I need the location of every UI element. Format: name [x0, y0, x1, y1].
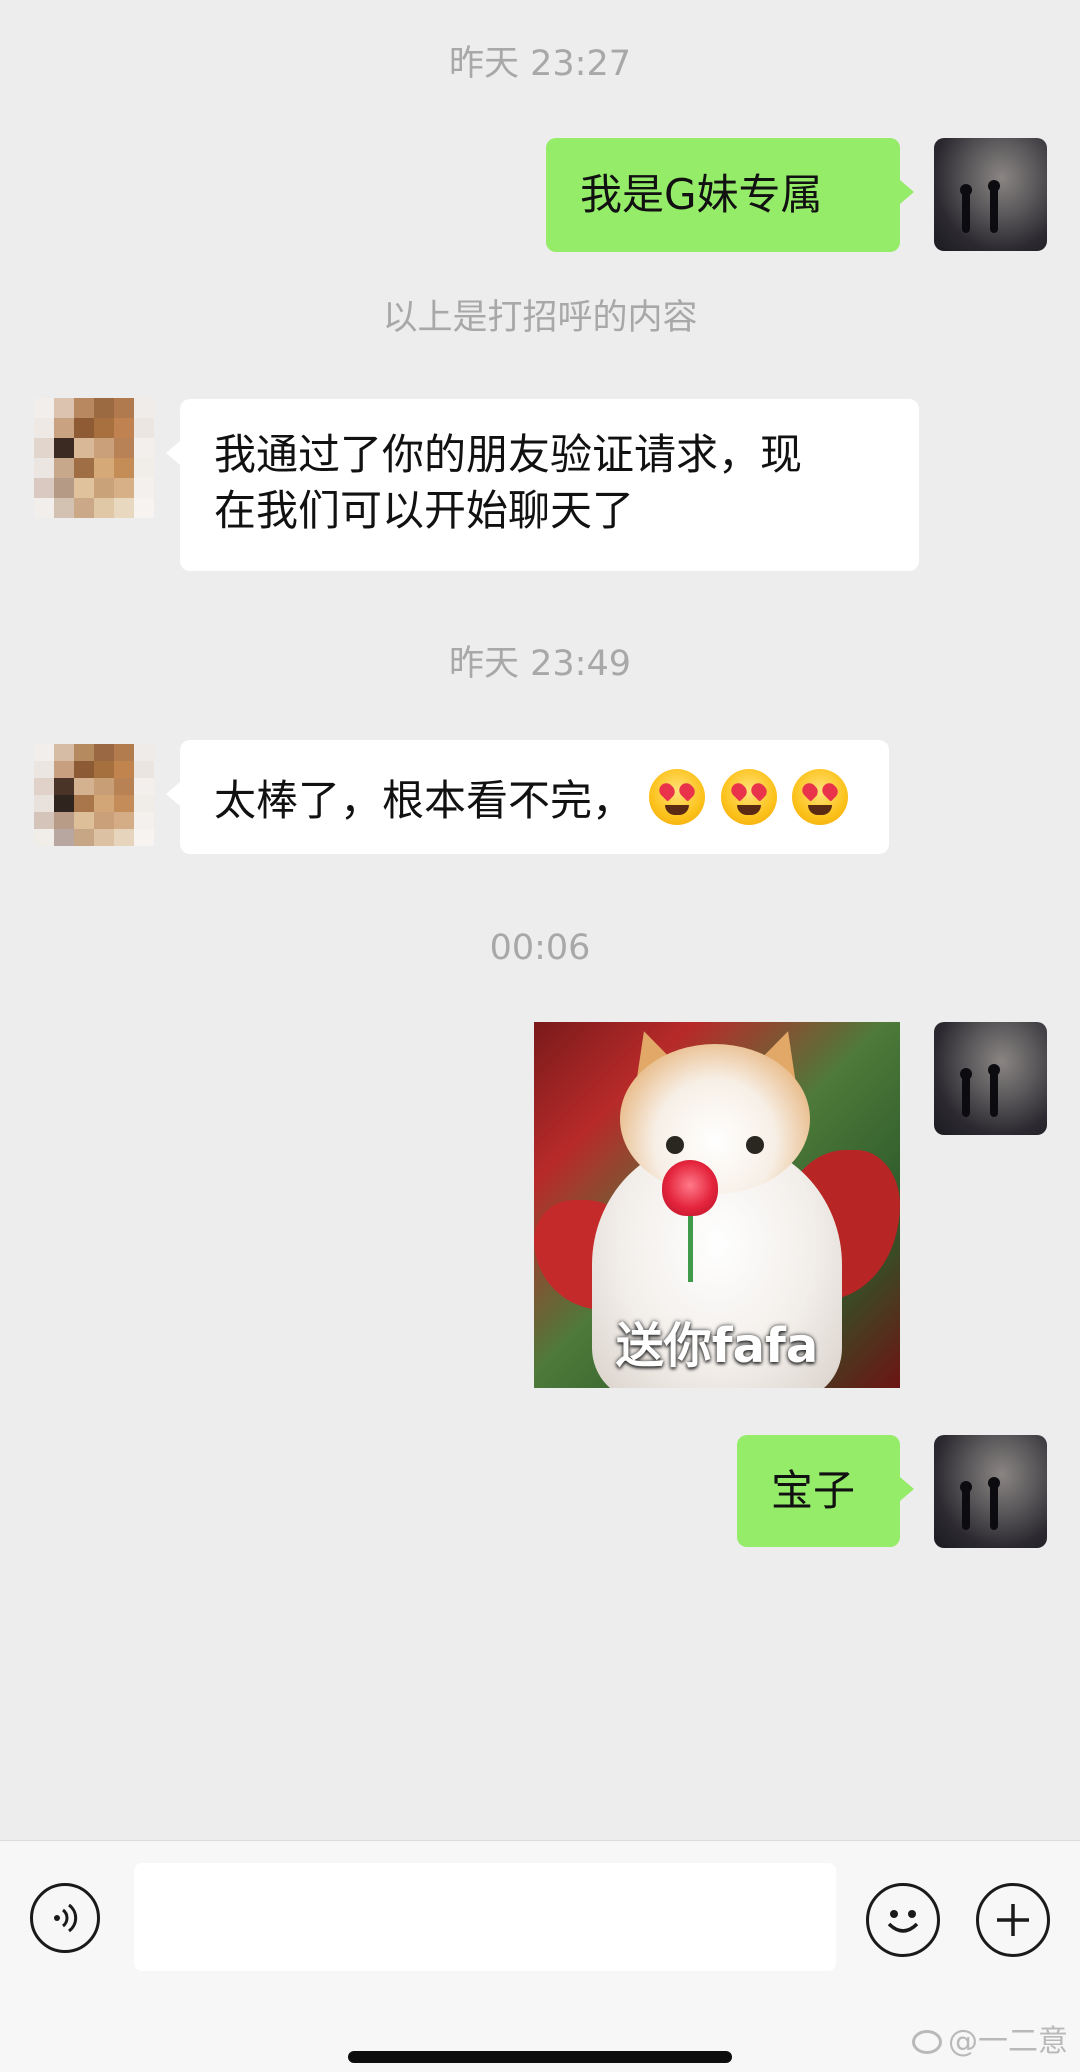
timestamp: 昨天 23:49: [449, 644, 631, 684]
cat-eye: [746, 1136, 764, 1154]
message-text: 我是G妹专属: [580, 170, 823, 219]
contact-avatar[interactable]: [34, 744, 154, 846]
home-indicator[interactable]: [348, 2051, 732, 2063]
figure-shape: [962, 1484, 970, 1530]
figure-shape: [990, 1071, 998, 1117]
bubble-tail: [166, 441, 180, 465]
cat-rose-sticker[interactable]: 送你fafa: [534, 1022, 900, 1388]
figure-shape: [962, 1071, 970, 1117]
weibo-icon: [912, 2030, 942, 2054]
watermark: @一二意: [912, 2024, 1068, 2060]
bubble-tail: [166, 782, 180, 806]
system-notice: 以上是打招呼的内容: [382, 298, 698, 338]
self-avatar[interactable]: [934, 1022, 1047, 1135]
rose-icon: [662, 1160, 718, 1216]
outgoing-message-bubble[interactable]: 我是G妹专属: [546, 138, 914, 252]
outgoing-message-bubble[interactable]: 宝子: [737, 1435, 914, 1547]
bubble-tail: [900, 1477, 914, 1501]
figure-shape: [990, 1484, 998, 1530]
incoming-message-bubble[interactable]: 我通过了你的朋友验证请求，现 在我们可以开始聊天了: [166, 399, 919, 571]
heart-eyes-emoji-icon: [649, 769, 706, 825]
plus-icon: [997, 1904, 1029, 1936]
sticker-caption: 送你fafa: [615, 1318, 819, 1374]
contact-avatar[interactable]: [34, 398, 154, 518]
bubble-tail: [900, 180, 914, 204]
message-text: 太棒了，根本看不完，: [214, 776, 635, 825]
message-text: 宝子: [771, 1466, 856, 1515]
incoming-message-bubble[interactable]: 太棒了，根本看不完，: [166, 740, 889, 854]
figure-shape: [990, 187, 998, 233]
voice-input-button[interactable]: [30, 1883, 100, 1953]
voice-icon: [54, 1903, 78, 1933]
message-text-line: 我通过了你的朋友验证请求，现: [214, 430, 803, 479]
message-text-line: 在我们可以开始聊天了: [214, 486, 635, 535]
heart-eyes-emoji-icon: [792, 769, 849, 825]
cat-eye: [666, 1136, 684, 1154]
chat-area[interactable]: 昨天 23:27 我是G妹专属 以上是打招呼的内容 我通过了你的朋友验证请求，现…: [0, 0, 1080, 1840]
timestamp: 00:06: [489, 928, 591, 968]
emoji-icon: [887, 1910, 919, 1933]
figure-shape: [962, 187, 970, 233]
more-options-button[interactable]: [976, 1883, 1050, 1957]
emoji-button[interactable]: [866, 1883, 940, 1957]
self-avatar[interactable]: [934, 1435, 1047, 1548]
message-input[interactable]: [134, 1863, 836, 1971]
heart-eyes-emoji-icon: [720, 769, 777, 825]
self-avatar[interactable]: [934, 138, 1047, 251]
watermark-text: @一二意: [948, 2024, 1068, 2059]
cat-head-shape: [620, 1044, 810, 1194]
rose-stem: [688, 1212, 693, 1282]
timestamp: 昨天 23:27: [449, 44, 631, 84]
